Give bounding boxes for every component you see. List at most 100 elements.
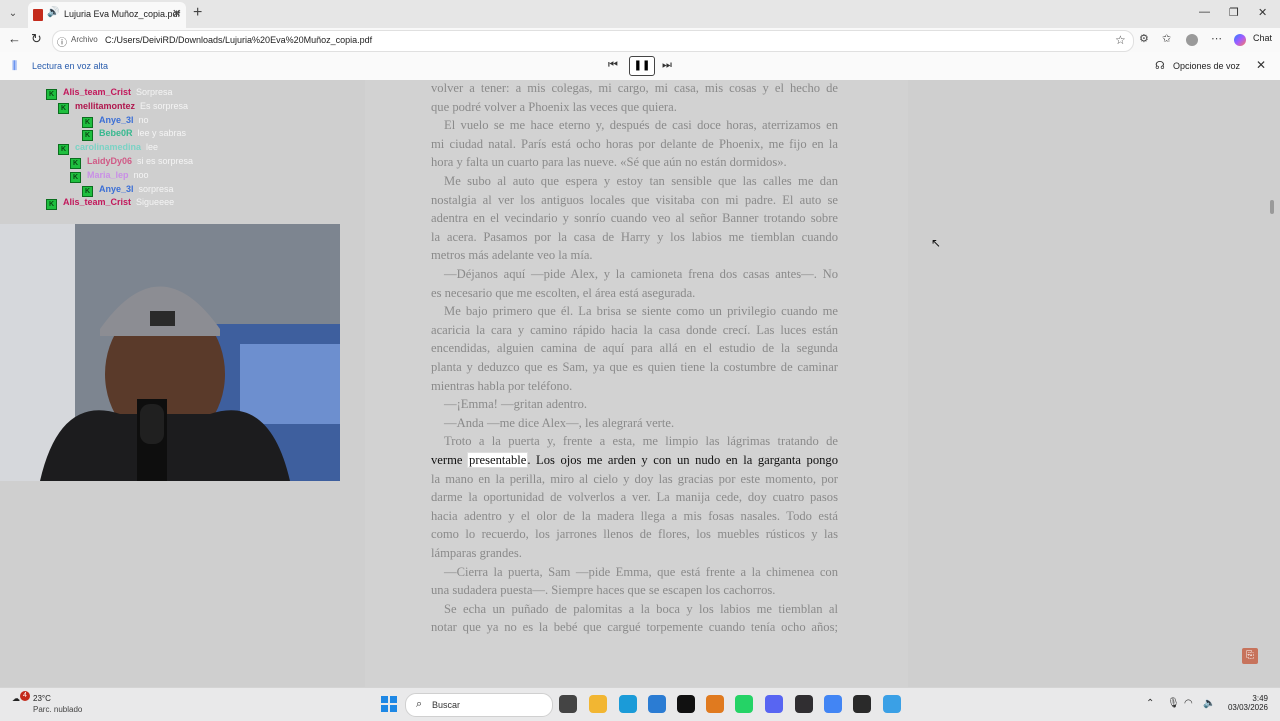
chat-text: noo — [133, 169, 149, 180]
url-scheme: Archivo — [71, 35, 98, 44]
volume-icon[interactable]: 🔈 — [1203, 698, 1215, 709]
webcam-feed — [0, 224, 340, 481]
chat-username: Bebe0R — [99, 128, 133, 139]
speaker-icon[interactable]: 🔊 — [47, 7, 59, 18]
maximize-icon[interactable]: ❐ — [1229, 6, 1239, 19]
close-read-aloud-icon[interactable]: ✕ — [1256, 58, 1266, 72]
info-icon[interactable]: ⓘ — [57, 34, 67, 49]
tab-dropdown-icon[interactable]: ⌄ — [4, 5, 22, 23]
microphone-icon[interactable]: 🎙 — [1167, 698, 1180, 709]
minimize-icon[interactable]: — — [1199, 6, 1210, 18]
search-icon: ⌕ — [416, 698, 423, 710]
chat-text: Es sorpresa — [140, 100, 189, 111]
stream-chat-overlay: K Alis_team_Crist Sorpresa Kmellitamontez Es… — [0, 86, 340, 216]
url-text[interactable]: C:/Users/DeiviRD/Downloads/Lujuria%20Eva… — [105, 35, 372, 45]
pdf-line: la mano en la perilla, miro al cielo y d… — [431, 471, 838, 486]
taskbar-search[interactable]: ⌕ Buscar — [405, 693, 553, 717]
profile-icon[interactable] — [1186, 34, 1198, 46]
chevron-up-icon[interactable]: ⌃ — [1146, 698, 1154, 709]
search-label: Buscar — [432, 700, 461, 710]
wifi-icon[interactable]: ◠ — [1184, 698, 1193, 709]
notepad-icon[interactable] — [883, 695, 901, 713]
chat-message: K Alis_team_Crist Sorpresa — [46, 86, 173, 100]
favorites-icon[interactable]: ✩ — [1162, 32, 1171, 45]
url-field[interactable]: ⓘ Archivo C:/Users/DeiviRD/Downloads/Luj… — [52, 30, 1134, 52]
read-aloud-toolbar: ⫼ Lectura en voz alta ⏮ ❚❚ ⏭ ☊ Opciones … — [0, 52, 1280, 81]
pdf-line: metros más adelante veo la mía. — [431, 248, 593, 263]
pdf-line: encendidas, alguien camina de aquí para … — [431, 341, 838, 356]
voice-options-button[interactable]: Opciones de voz — [1173, 61, 1240, 71]
pdf-line: una sudadera puesta—. Siempre haces que … — [431, 583, 776, 598]
windows-start-icon[interactable] — [381, 696, 397, 712]
chat-message: K Alis_team_Crist Sigueeee — [46, 196, 174, 211]
chat-message: K Bebe0R lee y sabras — [82, 127, 186, 142]
kick-badge-icon: K — [82, 116, 93, 128]
pdf-line: como lo recuerdo, los jarrones llenos de… — [431, 527, 838, 542]
voice-icon: ☊ — [1155, 60, 1165, 72]
pdf-line: acaricia la cara y camino rápido hacia l… — [431, 322, 838, 337]
task-view-icon[interactable] — [559, 695, 577, 713]
epic-games-icon[interactable] — [853, 695, 871, 713]
pdf-line: notar que ya no es la bebé que cargué to… — [431, 620, 838, 635]
chat-text: Sorpresa — [136, 87, 173, 97]
scrollbar[interactable] — [1270, 200, 1274, 214]
edge-icon[interactable] — [619, 695, 637, 713]
chat-message: K Anye_3l sorpresa — [82, 183, 174, 197]
store-icon[interactable] — [648, 695, 666, 713]
file-explorer-icon[interactable] — [589, 695, 607, 713]
kick-badge-icon: K — [46, 89, 57, 100]
mouse-cursor-icon: ↖ — [931, 236, 942, 250]
pause-button[interactable]: ❚❚ — [629, 56, 655, 76]
chat-username: Anye_3l — [99, 183, 134, 194]
chat-username: carolinamedina — [75, 142, 142, 153]
pdf-line: planta y deduzco que es Sam, ya que es q… — [431, 360, 838, 374]
kick-badge-icon: K — [82, 130, 93, 142]
weather-icon[interactable]: ☁ — [12, 694, 20, 703]
chat-username: Maria_lep — [87, 169, 129, 180]
obs-icon[interactable] — [795, 695, 813, 713]
chat-text: si es sorpresa — [137, 156, 194, 166]
chat-text: no — [138, 114, 149, 125]
star-icon[interactable]: ☆ — [1115, 33, 1126, 47]
tab-active[interactable]: 🔊 Lujuria Eva Muñoz_copia.pdf ✕ — [28, 2, 186, 28]
discord-icon[interactable] — [765, 695, 783, 713]
chat-username: Anye_3l — [99, 114, 134, 125]
pdf-line: mientras habla por teléfono. — [431, 378, 573, 393]
kick-badge-icon: K — [46, 199, 57, 211]
kick-badge-icon: K — [82, 185, 93, 197]
current-word-highlight: presentable — [467, 452, 529, 468]
previous-icon[interactable]: ⏮ — [608, 59, 618, 72]
current-line-after: . Los ojos me arden y con un nudo en la … — [527, 453, 839, 467]
pdf-line: hora y falta un cuarto para las nueve. «… — [431, 155, 787, 170]
clock[interactable]: 3:49 03/03/2026 — [1226, 694, 1268, 712]
pdf-line: Se echa un puñado de palomitas a la boca… — [444, 601, 838, 616]
capcut-icon[interactable] — [677, 695, 695, 713]
window-close-icon[interactable]: ✕ — [1258, 6, 1267, 19]
pdf-line: El vuelo se me hace eterno y, después de… — [444, 118, 838, 133]
weather-condition[interactable]: Parc. nublado — [33, 705, 82, 714]
chat-username: mellitamontez — [75, 100, 136, 111]
acrobat-icon[interactable]: ⎘ — [1242, 648, 1258, 664]
chat-button[interactable]: Chat — [1253, 33, 1272, 43]
pdf-line: es necesario que me escolten, el área es… — [431, 285, 696, 300]
copilot-icon[interactable] — [1234, 34, 1246, 46]
chat-message: K LaidyDy06 si es sorpresa — [70, 155, 194, 169]
whatsapp-icon[interactable] — [735, 695, 753, 713]
back-icon[interactable]: ← — [8, 31, 21, 46]
chat-username: LaidyDy06 — [87, 156, 133, 166]
browser-orange-icon[interactable] — [706, 695, 724, 713]
close-icon[interactable]: ✕ — [172, 7, 181, 20]
pdf-line: darme la oportunidad de volverlos a ver.… — [431, 490, 838, 505]
clock-date: 03/03/2026 — [1227, 703, 1268, 712]
extensions-icon[interactable]: ⚙ — [1139, 32, 1149, 45]
more-icon[interactable]: ⋯ — [1211, 32, 1222, 45]
chat-username: Alis_team_Crist — [63, 197, 132, 208]
pdf-line-current: verme presentable. Los ojos me arden y c… — [431, 451, 838, 470]
address-bar: ← ↻ ⓘ Archivo C:/Users/DeiviRD/Downloads… — [0, 28, 1280, 52]
plus-icon[interactable]: + — [193, 4, 202, 22]
pdf-line: —¡Emma! —gritan adentro. — [444, 397, 588, 412]
weather-temp[interactable]: 23°C — [33, 694, 51, 703]
refresh-icon[interactable]: ↻ — [31, 31, 42, 47]
chrome-icon[interactable] — [824, 695, 842, 713]
next-icon[interactable]: ⏭ — [662, 59, 672, 72]
